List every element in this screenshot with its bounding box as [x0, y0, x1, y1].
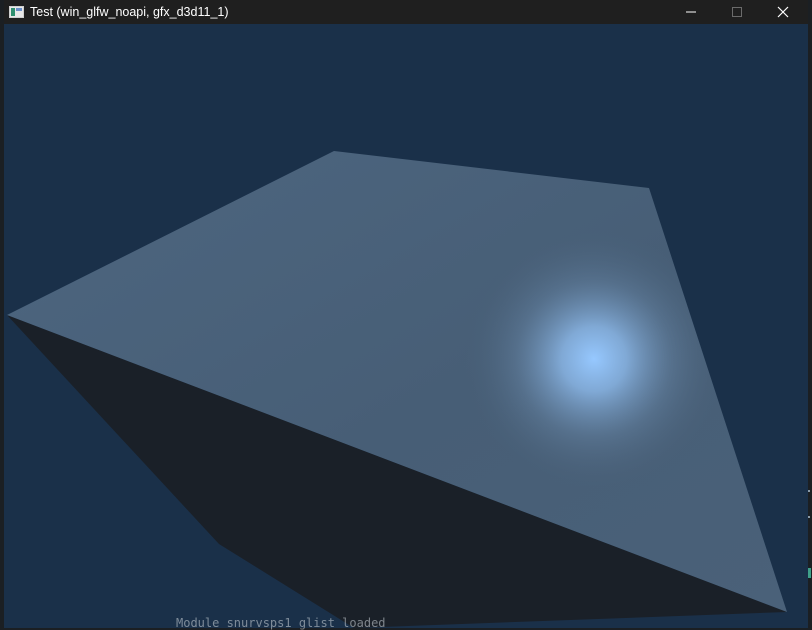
- background-edge-marks: [808, 490, 811, 578]
- window-title: Test (win_glfw_noapi, gfx_d3d11_1): [30, 5, 229, 19]
- render-viewport[interactable]: [4, 24, 808, 628]
- close-icon: [777, 6, 789, 18]
- title-bar[interactable]: Test (win_glfw_noapi, gfx_d3d11_1): [4, 0, 808, 24]
- close-button[interactable]: [760, 0, 806, 24]
- minimize-button[interactable]: [668, 0, 714, 24]
- app-window: Test (win_glfw_noapi, gfx_d3d11_1): [4, 0, 808, 628]
- app-window-icon: [9, 6, 24, 18]
- maximize-icon: [732, 7, 742, 17]
- minimize-icon: [686, 11, 696, 13]
- maximize-button[interactable]: [714, 0, 760, 24]
